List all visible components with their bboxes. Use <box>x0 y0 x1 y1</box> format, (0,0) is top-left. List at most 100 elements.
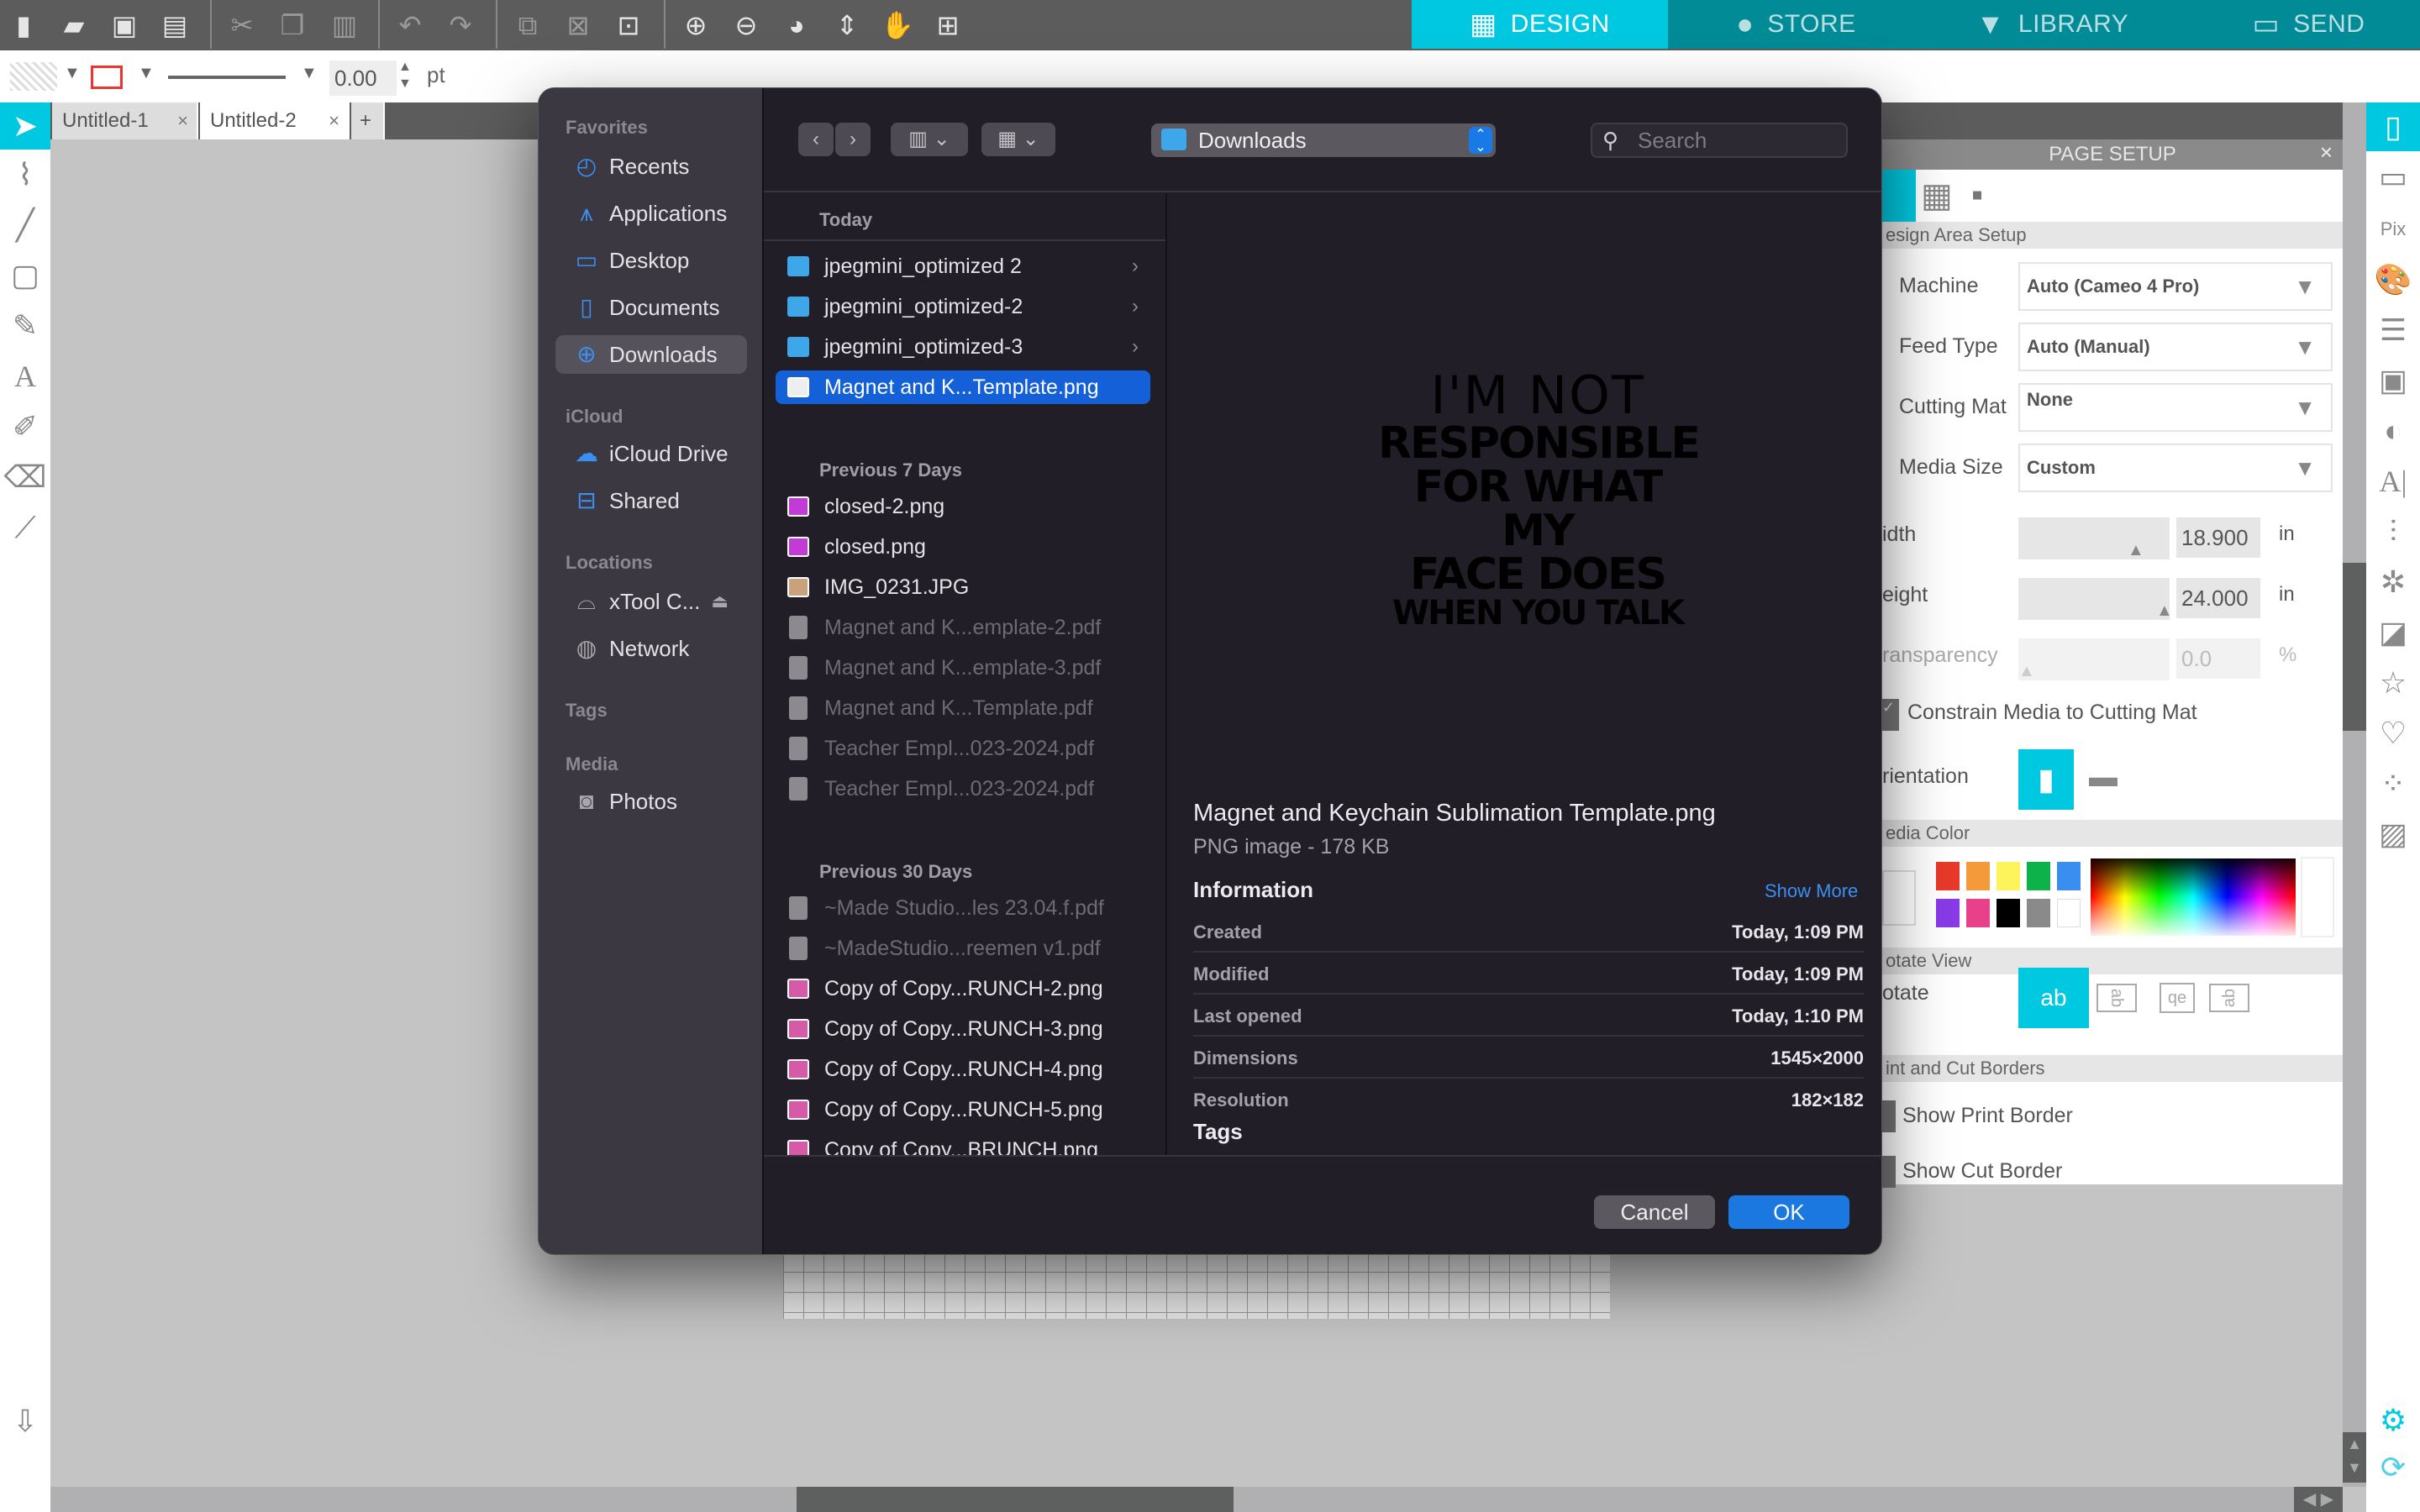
color-spectrum-picker[interactable] <box>2091 858 2296 936</box>
registration-marks-icon[interactable]: ▪ <box>1971 176 1983 214</box>
file-list-item[interactable]: jpegmini_optimized-2 › <box>776 290 1150 323</box>
color-swatch[interactable] <box>1996 899 2020 927</box>
search-input[interactable]: ⚲ Search <box>1591 123 1848 158</box>
undo-icon[interactable]: ↶ <box>393 8 427 42</box>
scroll-up-down-arrows[interactable]: ▲ ▼ <box>2343 1432 2366 1483</box>
edit-points-icon[interactable]: ⌇ <box>0 151 50 198</box>
cut-icon[interactable]: ✂ <box>225 8 259 42</box>
fill-palette-icon[interactable]: 🎨 <box>2366 255 2420 304</box>
rotate-90-button[interactable]: ab <box>2096 984 2137 1012</box>
color-swatch[interactable] <box>2057 862 2081 890</box>
line-tool-icon[interactable]: ╱ <box>0 202 50 249</box>
pencil-tool-icon[interactable]: ✎ <box>0 302 50 349</box>
group-mode-button[interactable]: ▦ ⌄ <box>981 123 1055 156</box>
location-select[interactable]: Downloads ⌃ ⌄ <box>1151 123 1496 157</box>
show-more-link[interactable]: Show More <box>1765 880 1858 902</box>
eraser-tool-icon[interactable]: ⌫ <box>0 454 50 501</box>
color-swatch[interactable] <box>1936 862 1960 890</box>
ok-button[interactable]: OK <box>1728 1195 1849 1229</box>
color-swatch[interactable] <box>1966 862 1990 890</box>
sync-icon[interactable]: ⟳ <box>2366 1443 2420 1492</box>
color-swatch[interactable] <box>1996 862 2020 890</box>
knife-tool-icon[interactable]: ⟋ <box>0 504 50 551</box>
fill-pattern-swatch[interactable] <box>10 62 57 91</box>
copy-icon[interactable]: ❐ <box>276 8 309 42</box>
duplicate-icon[interactable]: ⧉ <box>511 8 544 42</box>
line-style-icon[interactable]: ☰ <box>2366 306 2420 354</box>
rotate-0-button[interactable]: ab <box>2018 968 2089 1028</box>
nav-tab-store[interactable]: ● STORE <box>1668 0 1924 49</box>
cancel-button[interactable]: Cancel <box>1594 1195 1715 1229</box>
sidebar-item-shared[interactable]: ⊟ Shared <box>555 481 747 520</box>
constrain-checkbox[interactable]: ✓ <box>1882 699 1899 731</box>
offset-icon[interactable]: ▣ <box>2366 356 2420 405</box>
rotate-180-button[interactable]: qe <box>2160 983 2195 1013</box>
height-input[interactable]: 24.000 <box>2176 578 2260 618</box>
file-list-item[interactable]: IMG_0231.JPG <box>776 570 1150 604</box>
save-icon[interactable]: ▣ <box>108 8 141 42</box>
close-icon[interactable]: × <box>2320 139 2333 165</box>
nav-tab-send[interactable]: ▭ SEND <box>2181 0 2420 49</box>
view-mode-button[interactable]: ▥ ⌄ <box>891 123 968 156</box>
slider-handle[interactable]: ▲ <box>2128 541 2144 560</box>
transparency-slider[interactable]: ▲ <box>2018 638 2170 680</box>
redo-icon[interactable]: ↷ <box>444 8 477 42</box>
doc-tab-untitled-2[interactable]: Untitled-2 × <box>200 102 350 139</box>
slider-handle[interactable]: ▲ <box>2018 662 2035 681</box>
doc-tab-untitled-1[interactable]: Untitled-1 × <box>52 102 198 139</box>
landscape-orientation-button[interactable]: ▬ <box>2089 761 2118 794</box>
file-list-item[interactable]: Copy of Copy...RUNCH-2.png <box>776 972 1150 1005</box>
portrait-orientation-button[interactable]: ▮ <box>2018 749 2074 810</box>
file-list-item[interactable]: Copy of Copy...BRUNCH.png <box>776 1133 1150 1155</box>
chevron-down-icon[interactable]: ▼ <box>301 64 318 83</box>
sidebar-item-network[interactable]: ◍ Network <box>555 629 747 668</box>
file-list-item[interactable]: closed-2.png <box>776 490 1150 523</box>
transparency-input[interactable]: 0.0 <box>2176 638 2260 679</box>
fit-page-icon[interactable]: ⊞ <box>931 8 965 42</box>
eject-icon[interactable]: ⏏ <box>711 582 729 621</box>
file-list-item[interactable]: Magnet and K...Template.png <box>776 370 1150 404</box>
back-button[interactable]: ‹ <box>798 123 834 156</box>
delete-selection-icon[interactable]: ⊠ <box>561 8 595 42</box>
horizontal-scroll-thumb[interactable] <box>797 1487 1234 1512</box>
text-style-icon[interactable]: A| <box>2366 457 2420 506</box>
text-tool-icon[interactable]: A <box>0 353 50 400</box>
page-tab-media[interactable] <box>1882 170 1916 222</box>
width-slider[interactable]: ▲ <box>2018 517 2170 559</box>
pixscan-icon[interactable]: Pix <box>2366 205 2420 254</box>
scroll-left-right-arrows[interactable]: ◀ ▶ <box>2294 1487 2343 1512</box>
feed-type-select[interactable]: Auto (Manual) ▼ <box>2018 323 2333 371</box>
paste-icon[interactable]: ▥ <box>328 8 361 42</box>
new-file-icon[interactable]: ▮ <box>7 8 40 42</box>
sidebar-item-icloud-drive[interactable]: ☁ iCloud Drive <box>555 434 747 473</box>
page-setup-icon[interactable]: ▯ <box>2366 102 2420 151</box>
vertical-scroll-thumb[interactable] <box>2343 563 2366 731</box>
machine-select[interactable]: Auto (Cameo 4 Pro) ▼ <box>2018 262 2333 311</box>
nav-tab-design[interactable]: ▦ DESIGN <box>1412 0 1668 49</box>
select-tool-icon[interactable]: ➤ <box>0 102 50 150</box>
sidebar-item-documents[interactable]: ▯ Documents <box>555 288 747 327</box>
color-swatch[interactable] <box>1936 899 1960 927</box>
line-color-swatch[interactable] <box>91 66 123 89</box>
star-modify-icon[interactable]: ☆ <box>2366 659 2420 707</box>
align-icon[interactable]: ⫶ <box>2366 507 2420 556</box>
color-swatch[interactable] <box>2057 899 2081 927</box>
color-swatch[interactable] <box>1966 899 1990 927</box>
add-tab-button[interactable]: + <box>351 102 385 139</box>
file-list-item[interactable]: jpegmini_optimized 2 › <box>776 249 1150 283</box>
line-width-stepper[interactable]: ▲ ▼ <box>398 59 412 92</box>
zoom-mouse-icon[interactable]: ◕ <box>780 8 813 42</box>
media-size-select[interactable]: Custom ▼ <box>2018 444 2333 492</box>
chevron-down-icon[interactable]: ▼ <box>138 64 155 83</box>
move-arrows-icon[interactable]: ⇕ <box>830 8 864 42</box>
cutting-mat-select[interactable]: None ▼ <box>2018 383 2333 432</box>
cut-border-checkbox[interactable] <box>1882 1156 1896 1188</box>
forward-button[interactable]: › <box>835 123 871 156</box>
file-list-item[interactable]: closed.png <box>776 530 1150 564</box>
transform-icon[interactable]: ◪ <box>2366 608 2420 657</box>
line-style-preview[interactable] <box>168 76 286 79</box>
file-list-item[interactable]: Copy of Copy...RUNCH-4.png <box>776 1053 1150 1086</box>
line-width-input[interactable]: 0.00 <box>329 60 397 96</box>
sidebar-item-photos[interactable]: ◙ Photos <box>555 782 747 821</box>
print-border-checkbox[interactable] <box>1882 1100 1896 1132</box>
